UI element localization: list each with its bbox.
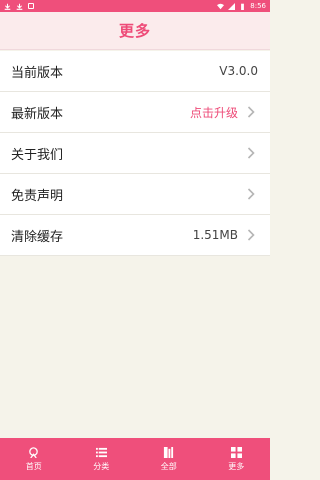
grid-icon: [230, 446, 242, 458]
status-right: 8:56: [217, 2, 266, 10]
tab-label: 首页: [25, 462, 42, 471]
list-icon: [95, 446, 107, 458]
chevron-right-icon: [244, 105, 258, 119]
header: 更多: [0, 12, 270, 50]
row-label: 当前版本: [11, 65, 64, 81]
download-icon: [16, 3, 23, 10]
signal-icon: [228, 2, 236, 10]
chevron-right-icon: [244, 228, 258, 242]
status-left: [4, 3, 34, 10]
row-about-us[interactable]: 关于我们: [0, 133, 270, 174]
row-label: 免责声明: [11, 188, 64, 204]
tab-more[interactable]: 更多: [203, 438, 271, 480]
tab-all[interactable]: 全部: [135, 438, 203, 480]
tab-label: 全部: [160, 462, 177, 471]
bottom-tab-bar: 首页 分类 全部 更多: [0, 438, 270, 480]
home-icon: [28, 446, 40, 458]
row-latest-version[interactable]: 最新版本 点击升级: [0, 92, 270, 133]
cache-size-value: 1.51MB: [192, 228, 238, 242]
row-clear-cache[interactable]: 清除缓存 1.51MB: [0, 215, 270, 256]
row-current-version: 当前版本 V3.0.0: [0, 51, 270, 92]
row-label: 最新版本: [11, 106, 64, 122]
download-icon: [4, 3, 11, 10]
tab-label: 更多: [228, 462, 245, 471]
row-label: 关于我们: [11, 147, 64, 163]
status-time: 8:56: [250, 2, 266, 10]
battery-icon: [241, 3, 245, 10]
page-title: 更多: [118, 22, 151, 40]
notification-icon: [28, 3, 34, 9]
book-icon: [163, 446, 175, 458]
tab-category[interactable]: 分类: [68, 438, 136, 480]
row-label: 清除缓存: [11, 229, 64, 245]
chevron-right-icon: [244, 146, 258, 160]
version-value: V3.0.0: [219, 64, 258, 78]
status-bar: 8:56: [0, 0, 270, 12]
settings-list: 当前版本 V3.0.0 最新版本 点击升级 关于我们 免责声明 清除缓存 1.5…: [0, 51, 270, 256]
tab-label: 分类: [93, 462, 110, 471]
upgrade-link[interactable]: 点击升级: [190, 104, 238, 121]
tab-home[interactable]: 首页: [0, 438, 68, 480]
row-disclaimer[interactable]: 免责声明: [0, 174, 270, 215]
wifi-icon: [217, 3, 225, 9]
chevron-right-icon: [244, 187, 258, 201]
